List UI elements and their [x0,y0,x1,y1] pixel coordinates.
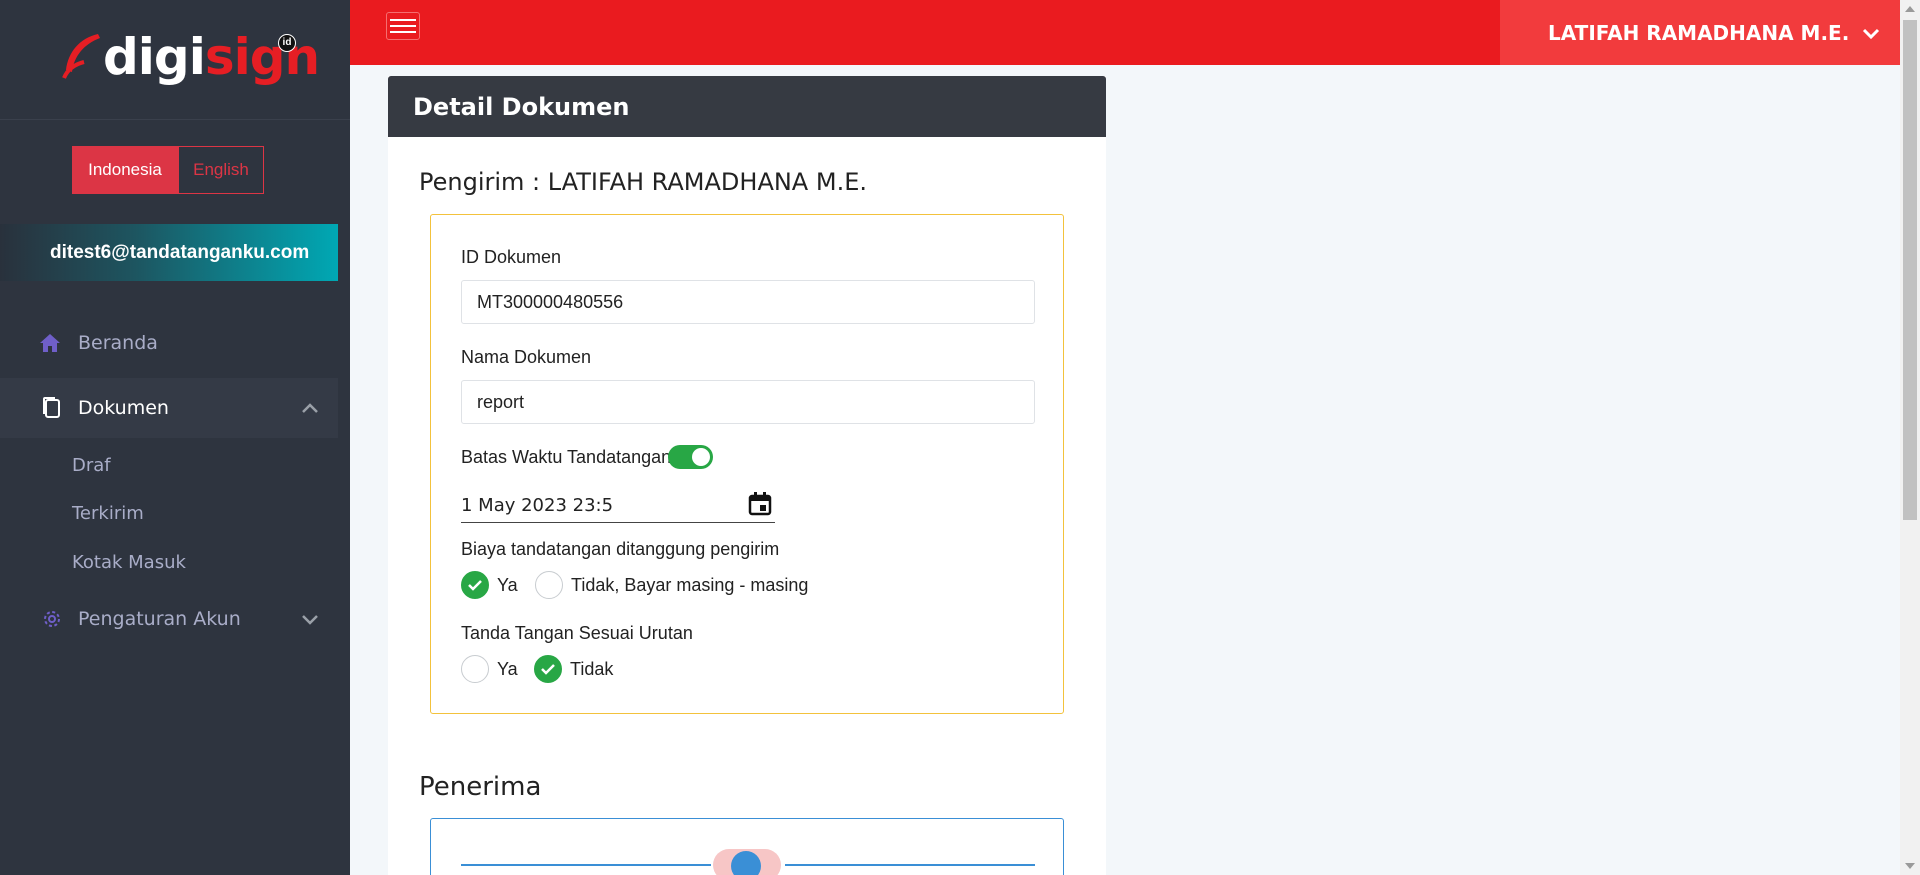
recipient-step-dot[interactable] [731,851,761,875]
user-name: LATIFAH RAMADHANA M.E. [1548,20,1850,45]
menu-icon-bar [390,19,416,21]
document-detail-card: Detail Dokumen Pengirim : LATIFAH RAMADH… [388,76,1106,875]
logo-badge: id [278,34,296,52]
user-email: ditest6@tandatanganku.com [0,224,338,281]
user-menu[interactable]: LATIFAH RAMADHANA M.E. [1500,0,1900,65]
doc-name-field[interactable]: report [461,380,1035,424]
sidebar-subitem-kotak-masuk[interactable]: Kotak Masuk [72,552,186,573]
scroll-down-icon[interactable] [1905,863,1915,869]
recipient-step-line [461,864,711,866]
logo-sign: sign [204,28,320,86]
sidebar-item-label: Pengaturan Akun [78,608,241,630]
deadline-label: Batas Waktu Tandatangan [461,447,672,467]
gear-icon [40,607,64,631]
order-label: Tanda Tangan Sesuai Urutan [461,623,693,643]
toggle-knob [692,448,710,466]
language-indonesia-button[interactable]: Indonesia [72,146,178,194]
sidebar-item-label: Dokumen [78,397,169,419]
check-icon [468,580,482,591]
menu-icon-bar [390,31,416,33]
sender-title: Pengirim : LATIFAH RAMADHANA M.E. [419,168,867,196]
cost-label: Biaya tandatangan ditanggung pengirim [461,539,780,559]
logo[interactable]: digisign id [0,0,350,120]
doc-name-label: Nama Dokumen [461,347,592,367]
cost-yes-label: Ya [497,575,518,595]
chevron-up-icon [302,403,318,413]
menu-icon-bar [390,25,416,27]
calendar-icon[interactable] [747,491,773,517]
recipient-title: Penerima [419,772,542,802]
sidebar-item-label: Beranda [78,332,158,354]
sidebar: digisign id Indonesia English ditest6@ta… [0,0,350,875]
sidebar-subitem-terkirim[interactable]: Terkirim [72,503,144,524]
logo-digi: digi [103,28,206,86]
scrollbar-thumb[interactable] [1903,20,1917,520]
recipient-step-line [785,864,1035,866]
language-switch: Indonesia English [72,146,264,194]
order-no-radio[interactable] [534,655,562,683]
home-icon [38,331,62,355]
doc-id-label: ID Dokumen [461,247,562,267]
sidebar-item-beranda[interactable]: Beranda [0,313,338,373]
document-icon [40,396,64,420]
order-yes-label: Ya [497,659,518,679]
check-icon [541,664,555,675]
top-bar: LATIFAH RAMADHANA M.E. [350,0,1900,65]
sidebar-item-pengaturan-akun[interactable]: Pengaturan Akun [0,589,338,649]
feather-icon [62,34,100,79]
deadline-toggle[interactable] [668,445,713,469]
cost-no-label: Tidak, Bayar masing - masing [571,575,809,595]
cost-no-radio[interactable] [535,571,563,599]
recipient-box [430,818,1064,875]
page-scrollbar[interactable] [1900,0,1920,875]
cost-yes-radio[interactable] [461,571,489,599]
deadline-date-value: 1 May 2023 23:5 [461,495,614,516]
doc-id-field[interactable]: MT300000480556 [461,280,1035,324]
document-form: ID Dokumen MT300000480556 Nama Dokumen r… [430,214,1064,714]
order-yes-radio[interactable] [461,655,489,683]
menu-toggle-button[interactable] [386,12,420,40]
scroll-up-icon[interactable] [1905,6,1915,12]
deadline-date-input[interactable]: 1 May 2023 23:5 [461,491,775,523]
sidebar-subitem-draf[interactable]: Draf [72,455,111,476]
chevron-down-icon [1863,28,1880,39]
card-title: Detail Dokumen [388,76,1106,137]
language-english-button[interactable]: English [178,146,264,194]
order-no-label: Tidak [570,659,614,679]
chevron-down-icon [302,615,318,625]
sidebar-item-dokumen[interactable]: Dokumen [0,378,338,438]
